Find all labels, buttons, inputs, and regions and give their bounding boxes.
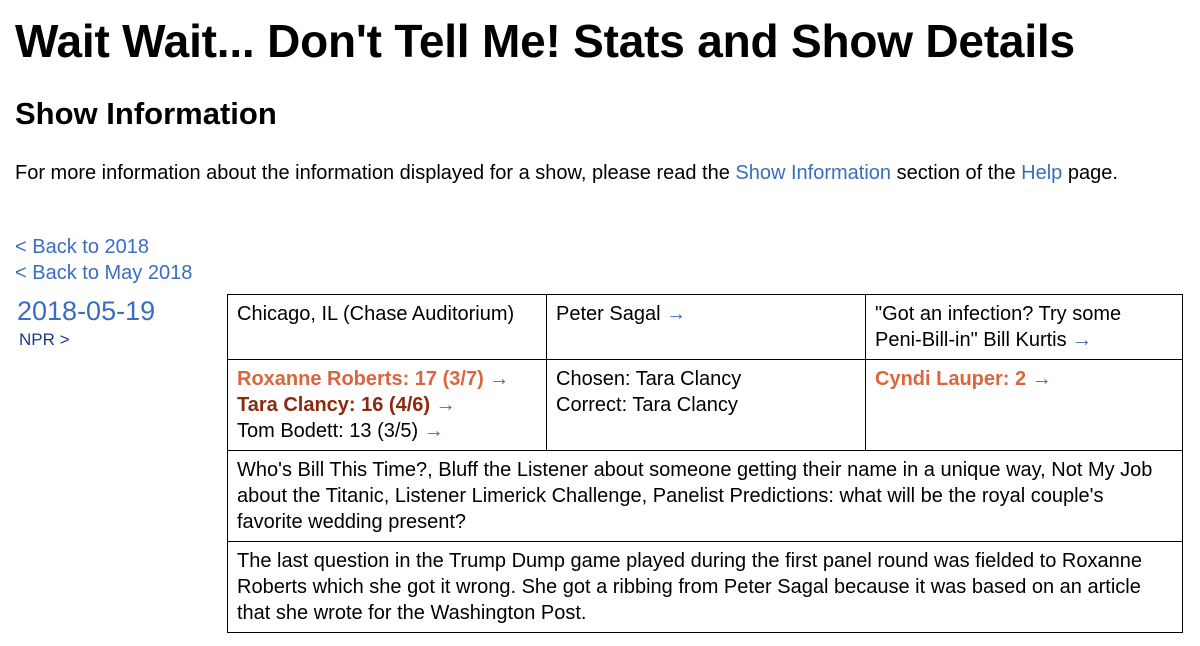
host-name: Peter Sagal bbox=[556, 303, 661, 325]
section-title: Show Information bbox=[15, 96, 277, 131]
location-cell: Chicago, IL (Chase Auditorium) bbox=[227, 294, 547, 360]
bluff-chosen: Chosen: Tara Clancy bbox=[556, 368, 742, 390]
bluff-cell: Chosen: Tara Clancy Correct: Tara Clancy bbox=[546, 359, 866, 451]
panelists-cell: Roxanne Roberts: 17 (3/7) → Tara Clancy:… bbox=[227, 359, 547, 451]
location-text: Chicago, IL (Chase Auditorium) bbox=[237, 303, 515, 325]
panelist-name-score: Tara Clancy: 16 (4/6) bbox=[237, 394, 431, 416]
show-date-link[interactable]: 2018-05-19 bbox=[17, 296, 155, 327]
host-cell: Peter Sagal → bbox=[546, 294, 866, 360]
panelist-item: Tara Clancy: 16 (4/6) → bbox=[237, 392, 537, 418]
back-to-month-link[interactable]: < Back to May 2018 bbox=[15, 260, 192, 286]
help-page-link[interactable]: Help bbox=[1021, 162, 1062, 184]
intro-text-middle: section of the bbox=[891, 162, 1022, 184]
intro-paragraph: For more information about the informati… bbox=[15, 160, 1145, 186]
back-to-year-link[interactable]: < Back to 2018 bbox=[15, 234, 192, 260]
notes-text: The last question in the Trump Dump game… bbox=[237, 550, 1142, 624]
segments-cell: Who's Bill This Time?, Bluff the Listene… bbox=[227, 450, 1183, 542]
show-information-help-link[interactable]: Show Information bbox=[735, 162, 891, 184]
panelist-arrow-icon[interactable]: → bbox=[489, 368, 509, 390]
show-row-notes: The last question in the Trump Dump game… bbox=[227, 541, 1183, 633]
guest-arrow-icon[interactable]: → bbox=[1032, 368, 1052, 390]
back-links: < Back to 2018 < Back to May 2018 bbox=[15, 234, 192, 286]
panelist-item: Roxanne Roberts: 17 (3/7) → bbox=[237, 366, 537, 392]
intro-text-after: page. bbox=[1062, 162, 1118, 184]
page-title: Wait Wait... Don't Tell Me! Stats and Sh… bbox=[15, 15, 1075, 67]
segments-text: Who's Bill This Time?, Bluff the Listene… bbox=[237, 459, 1153, 533]
bluff-correct: Correct: Tara Clancy bbox=[556, 394, 738, 416]
panelist-arrow-icon[interactable]: → bbox=[424, 420, 444, 442]
notes-cell: The last question in the Trump Dump game… bbox=[227, 541, 1183, 633]
show-row-segments: Who's Bill This Time?, Bluff the Listene… bbox=[227, 450, 1183, 542]
show-row-panel: Roxanne Roberts: 17 (3/7) → Tara Clancy:… bbox=[227, 359, 1183, 451]
show-details-table: Chicago, IL (Chase Auditorium) Peter Sag… bbox=[227, 294, 1183, 633]
intro-text-before: For more information about the informati… bbox=[15, 162, 736, 184]
host-arrow-icon[interactable]: → bbox=[666, 303, 686, 325]
scorekeeper-cell: "Got an infection? Try some Peni-Bill-in… bbox=[865, 294, 1183, 360]
show-row-location-host: Chicago, IL (Chase Auditorium) Peter Sag… bbox=[227, 294, 1183, 360]
panelist-arrow-icon[interactable]: → bbox=[436, 394, 456, 416]
guest-cell: Cyndi Lauper: 2 → bbox=[865, 359, 1183, 451]
guest-name-score: Cyndi Lauper: 2 bbox=[875, 368, 1027, 390]
panelist-item: Tom Bodett: 13 (3/5) → bbox=[237, 418, 537, 444]
panelist-name-score: Roxanne Roberts: 17 (3/7) bbox=[237, 368, 484, 390]
panelist-name-score: Tom Bodett: 13 (3/5) bbox=[237, 420, 419, 442]
scorekeeper-arrow-icon[interactable]: → bbox=[1072, 329, 1092, 351]
npr-link[interactable]: NPR > bbox=[19, 330, 70, 350]
scorekeeper-name: Bill Kurtis bbox=[983, 329, 1067, 351]
